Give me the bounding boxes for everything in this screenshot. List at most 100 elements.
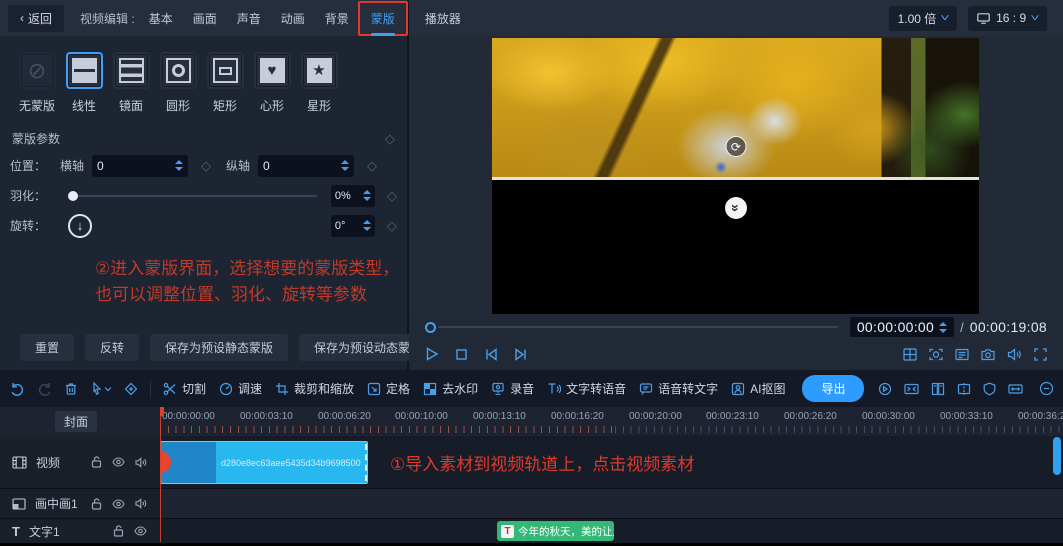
keyframe-diamond-icon[interactable]: ◇ <box>201 159 211 172</box>
play-button[interactable] <box>425 347 439 361</box>
pages-icon[interactable] <box>931 382 945 396</box>
circle-mask-icon <box>159 52 197 89</box>
back-button[interactable]: ‹ 返回 <box>8 4 65 32</box>
mask-type-heart[interactable]: ♥ 心形 <box>253 52 291 114</box>
mask-type-label: 矩形 <box>212 99 237 113</box>
monitor-icon <box>977 12 990 24</box>
video-visible-region[interactable]: ⟳ <box>492 38 980 177</box>
aspect-ratio-dropdown[interactable]: 16 : 9 ˅ <box>968 5 1047 31</box>
tool-text-to-speech[interactable]: 文字转语音 <box>547 380 626 397</box>
star-mask-icon: ★ <box>300 52 338 89</box>
export-button[interactable]: 导出 <box>802 375 865 402</box>
ruler-lane[interactable]: 00:00:00:00 00:00:03:10 00:00:06:20 00:0… <box>160 407 1063 436</box>
grid-view-icon[interactable] <box>903 347 917 361</box>
video-track-lane[interactable]: d280e8ec63aee5435d34b9698500 ①导入素材到视频轨道上… <box>160 436 1063 488</box>
track-mute-speaker-icon[interactable] <box>135 456 147 468</box>
mask-type-mirror[interactable]: 镜面 <box>112 52 150 114</box>
mask-type-none[interactable]: ⊘ 无蒙版 <box>18 52 56 114</box>
auto-fit-width-icon[interactable] <box>1008 382 1024 396</box>
seek-track[interactable] <box>437 326 838 328</box>
tab-background[interactable]: 背景 <box>325 10 349 27</box>
pip-track-lane[interactable] <box>160 489 1063 518</box>
split-clip-icon[interactable] <box>957 382 971 396</box>
playback-speed-dropdown[interactable]: 1.00 倍 ˅ <box>888 5 958 31</box>
keyframe-diamond-icon[interactable]: ◇ <box>385 132 395 145</box>
mask-type-rectangle[interactable]: 矩形 <box>206 52 244 114</box>
save-static-preset-button[interactable]: 保存为预设静态蒙版 <box>150 334 289 361</box>
rotation-knob[interactable]: ↓ <box>68 213 92 238</box>
fit-timeline-icon[interactable] <box>904 382 920 396</box>
snapshot-camera-icon[interactable] <box>981 348 995 361</box>
spinner-arrows-icon[interactable] <box>362 220 371 231</box>
keyframe-diamond-icon[interactable]: ◇ <box>367 159 377 172</box>
mask-type-linear[interactable]: 线性 <box>65 52 103 114</box>
cover-button[interactable]: 封面 <box>55 411 97 432</box>
tool-record-audio[interactable]: 录音 <box>491 380 534 397</box>
lock-icon[interactable] <box>91 497 102 510</box>
ruler-ticks <box>615 426 1063 433</box>
tool-ai-cutout[interactable]: AI抠图 <box>731 380 785 397</box>
list-panel-icon[interactable] <box>955 348 969 361</box>
mask-type-circle[interactable]: 圆形 <box>159 52 197 114</box>
keyframe-diamond-icon[interactable]: ◇ <box>387 219 397 232</box>
select-cursor-icon[interactable] <box>90 381 112 396</box>
invert-button[interactable]: 反转 <box>85 334 140 361</box>
text-clip[interactable]: T 今年的秋天，美的让人 <box>497 521 614 541</box>
rotate-value-input[interactable]: 0° <box>330 214 375 237</box>
track-label: 画中画1 <box>35 497 78 511</box>
lock-icon[interactable] <box>113 525 124 537</box>
visibility-eye-icon[interactable] <box>112 498 125 509</box>
timeline-zoom-controls <box>1039 381 1063 396</box>
previous-frame-button[interactable] <box>484 347 498 361</box>
reset-button[interactable]: 重置 <box>20 334 75 361</box>
tab-basic[interactable]: 基本 <box>149 10 173 27</box>
spinner-arrows-icon[interactable] <box>939 321 948 333</box>
feather-slider[interactable] <box>68 190 317 201</box>
text-track-lane[interactable]: T 今年的秋天，美的让人 <box>160 519 1063 543</box>
spinner-arrows-icon[interactable] <box>175 160 184 171</box>
feather-slider-knob[interactable] <box>68 190 78 201</box>
shield-icon[interactable] <box>983 382 996 396</box>
next-frame-button[interactable] <box>514 347 528 361</box>
undo-icon[interactable] <box>10 382 25 396</box>
keyframe-diamond-icon[interactable]: ◇ <box>387 189 397 202</box>
y-position-input[interactable]: 0 <box>258 154 355 177</box>
video-preview[interactable]: ⟳ » <box>492 38 980 314</box>
tab-animation[interactable]: 动画 <box>281 10 305 27</box>
focus-frame-icon[interactable] <box>929 348 943 361</box>
visibility-eye-icon[interactable] <box>134 526 147 536</box>
delete-icon[interactable] <box>64 382 78 396</box>
redo-icon[interactable] <box>37 382 52 396</box>
tab-picture[interactable]: 画面 <box>193 10 217 27</box>
timeline-vertical-scrollbar[interactable] <box>1053 437 1061 475</box>
seek-knob[interactable] <box>424 321 436 333</box>
tool-remove-watermark[interactable]: 去水印 <box>423 380 478 397</box>
zoom-out-icon[interactable] <box>1039 381 1054 396</box>
x-position-input[interactable]: 0 <box>92 154 189 177</box>
ai-cutout-icon <box>732 382 745 395</box>
spinner-arrows-icon[interactable] <box>362 190 371 201</box>
track-mute-speaker-icon[interactable] <box>135 498 147 509</box>
tool-freeze-frame[interactable]: 定格 <box>367 380 410 397</box>
tool-cut[interactable]: 切割 <box>163 380 206 397</box>
mask-rotate-handle[interactable]: ⟳ <box>725 136 747 157</box>
volume-icon[interactable] <box>1007 347 1022 361</box>
playhead-line[interactable] <box>160 407 161 542</box>
mask-feather-handle[interactable]: » <box>724 197 747 219</box>
tool-speed[interactable]: 调速 <box>219 380 262 397</box>
mask-type-star[interactable]: ★ 星形 <box>300 52 338 114</box>
add-keyframe-icon[interactable] <box>124 382 138 396</box>
lock-icon[interactable] <box>91 456 102 468</box>
video-clip[interactable]: d280e8ec63aee5435d34b9698500 <box>160 441 368 484</box>
current-time-input[interactable]: 00:00:00:00 <box>849 317 955 337</box>
tab-mask[interactable]: 蒙版 <box>370 10 395 36</box>
render-preview-icon[interactable] <box>878 382 892 396</box>
feather-value-input[interactable]: 0% <box>330 184 375 207</box>
tab-sound[interactable]: 声音 <box>237 10 261 27</box>
spinner-arrows-icon[interactable] <box>341 160 350 171</box>
visibility-eye-icon[interactable] <box>112 457 125 467</box>
stop-button[interactable] <box>455 348 468 361</box>
tool-crop-zoom[interactable]: 裁剪和缩放 <box>275 380 354 397</box>
tool-speech-to-text[interactable]: 语音转文字 <box>639 380 718 397</box>
fullscreen-icon[interactable] <box>1034 347 1047 361</box>
